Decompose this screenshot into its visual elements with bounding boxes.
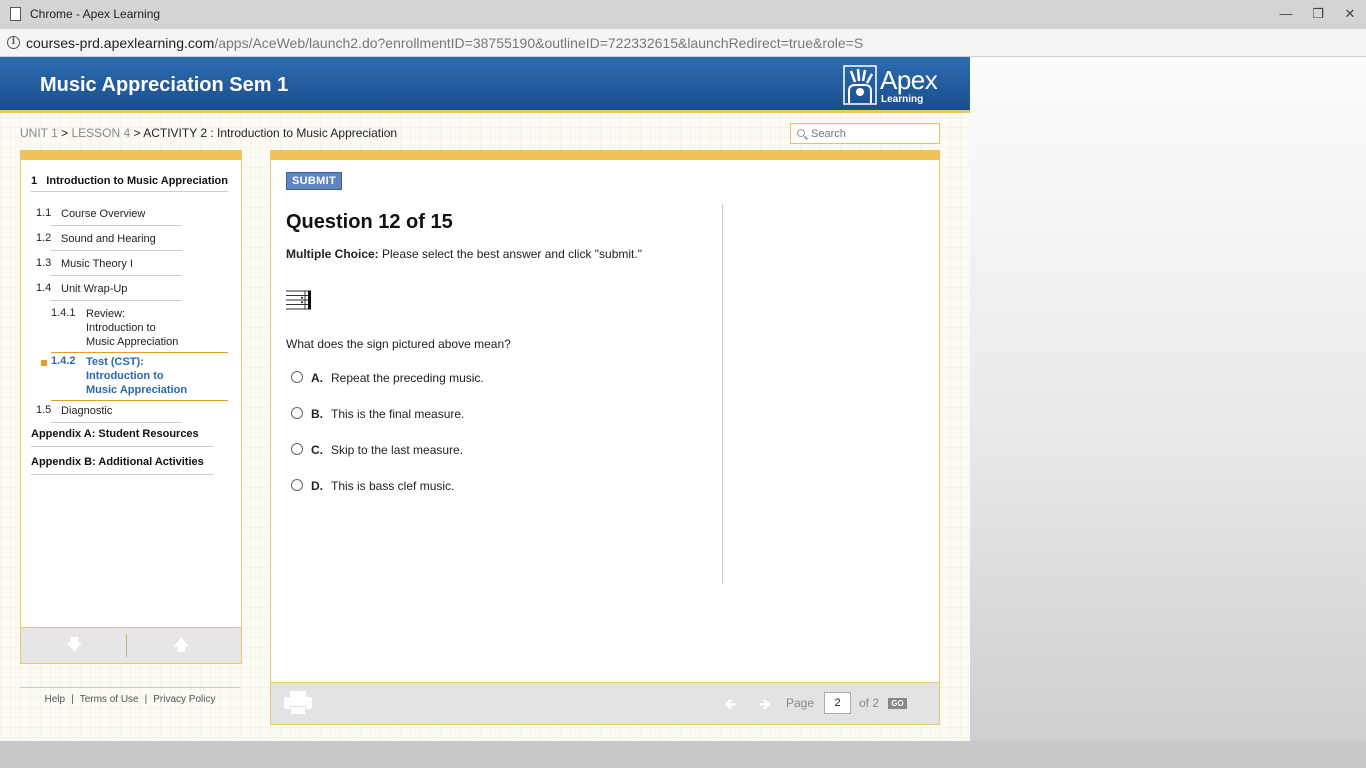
terms-link[interactable]: Terms of Use (80, 694, 139, 705)
next-page-icon[interactable]: 🡺 (759, 694, 771, 719)
sidebar-item-test-active[interactable]: 1.4.2 Test (CST): Introduction to Music … (51, 355, 221, 397)
arrow-down-icon[interactable]: 🡇 (66, 638, 82, 654)
sidebar-item-review[interactable]: 1.4.1 Review: Introduction to Music Appr… (51, 307, 221, 349)
radio-a[interactable] (291, 371, 303, 383)
final-barline-icon (286, 290, 311, 310)
minimize-icon[interactable]: — (1276, 5, 1296, 23)
course-title: Music Appreciation Sem 1 (40, 74, 289, 96)
go-button[interactable]: GO (888, 698, 907, 709)
restore-icon[interactable]: ❐ (1308, 5, 1328, 23)
close-icon[interactable]: ✕ (1340, 5, 1360, 23)
radio-d[interactable] (291, 479, 303, 491)
url-text[interactable]: courses-prd.apexlearning.com/apps/AceWeb… (26, 35, 863, 51)
breadcrumb-unit[interactable]: UNIT 1 (20, 126, 58, 140)
outline-sidebar: 1 Introduction to Music Appreciation 1.1… (20, 150, 242, 664)
radio-c[interactable] (291, 443, 303, 455)
sidebar-nav-bar: 🡇 🡅 (20, 627, 242, 664)
browser-titlebar: Chrome - Apex Learning — ❐ ✕ (0, 0, 1366, 29)
page-icon (10, 7, 21, 21)
info-icon[interactable]: i (7, 36, 20, 49)
sidebar-appendix-a[interactable]: Appendix A: Student Resources (31, 428, 199, 440)
pager-bar: 🡸 🡺 Page 2 of 2 GO (270, 683, 940, 725)
question-panel: SUBMIT Question 12 of 15 Multiple Choice… (270, 150, 940, 683)
prev-page-icon[interactable]: 🡸 (724, 694, 736, 719)
sidebar-heading[interactable]: 1 Introduction to Music Appreciation (31, 175, 228, 192)
submit-button[interactable]: SUBMIT (286, 172, 342, 190)
arrow-up-icon[interactable]: 🡅 (173, 638, 189, 654)
print-icon[interactable] (284, 691, 312, 715)
logo-text: Apex (880, 65, 938, 95)
window-title: Chrome - Apex Learning (30, 7, 161, 21)
breadcrumb-activity: ACTIVITY 2 : Introduction to Music Appre… (143, 126, 398, 140)
question-prompt: What does the sign pictured above mean? (286, 337, 511, 351)
course-banner: Music Appreciation Sem 1 Apex Learning (0, 57, 970, 113)
column-divider (722, 204, 723, 584)
apex-logo: Apex Learning (843, 65, 943, 107)
help-link[interactable]: Help (45, 694, 66, 705)
page-number-input[interactable]: 2 (824, 692, 851, 714)
breadcrumb-lesson[interactable]: LESSON 4 (71, 126, 130, 140)
search-box[interactable] (790, 123, 940, 144)
page-label: Page (786, 696, 815, 710)
page-total: of 2 (859, 696, 880, 710)
search-icon (797, 129, 805, 137)
footer-links: Help | Terms of Use | Privacy Policy (20, 687, 240, 705)
bottom-background (0, 741, 1366, 768)
privacy-link[interactable]: Privacy Policy (153, 694, 215, 705)
current-item-marker (41, 360, 47, 366)
question-instruction: Multiple Choice: Please select the best … (286, 247, 642, 261)
breadcrumb: UNIT 1 > LESSON 4 > ACTIVITY 2 : Introdu… (20, 126, 398, 140)
window-background (970, 57, 1366, 741)
logo-subtext: Learning (881, 94, 924, 105)
question-title: Question 12 of 15 (286, 211, 453, 233)
radio-b[interactable] (291, 407, 303, 419)
apex-hand-icon (843, 65, 877, 105)
address-bar[interactable]: i courses-prd.apexlearning.com/apps/AceW… (0, 29, 1366, 57)
search-input[interactable] (811, 126, 936, 141)
sidebar-appendix-b[interactable]: Appendix B: Additional Activities (31, 456, 204, 468)
